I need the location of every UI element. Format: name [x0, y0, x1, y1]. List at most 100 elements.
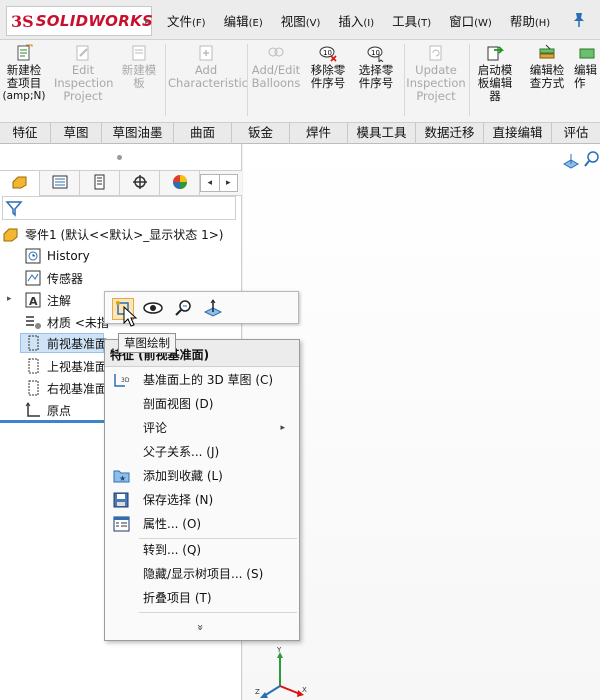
annotation-icon: A — [24, 291, 42, 309]
tree-item-annotations[interactable]: A 注解 — [24, 290, 71, 310]
menu-item-label: 属性... (O) — [143, 517, 202, 531]
menu-insert[interactable]: 插入(I) — [329, 11, 383, 30]
tree-root-part[interactable]: 零件1 (默认<<默认>_显示状态 1>) — [2, 224, 223, 244]
menu-comment[interactable]: 评论 ▸ — [105, 417, 299, 439]
save-selection-icon — [113, 492, 130, 508]
ribbon-label: Project — [63, 89, 103, 103]
menu-file[interactable]: 文件(F) — [158, 11, 215, 30]
add-characteristic-button[interactable]: Add Characteristic — [168, 44, 248, 90]
edit-inspection-method-button[interactable]: 编辑检 查方式 — [524, 44, 570, 90]
new-inspection-icon — [15, 44, 33, 62]
menu-help[interactable]: 帮助(H) — [501, 11, 559, 30]
solidworks-logo[interactable]: 3S SOLIDWORKS ▸ — [6, 6, 153, 36]
ribbon-label: Characteristic — [168, 76, 248, 90]
edit-operation-button[interactable]: 编辑 作 — [574, 44, 600, 90]
tree-root-label: 零件1 (默认<<默认>_显示状态 1>) — [25, 227, 224, 242]
tab-mold-tools[interactable]: 模具工具 — [348, 123, 416, 144]
new-template-icon — [130, 44, 148, 62]
tree-item-label: History — [47, 249, 90, 263]
panel-tabs: ◂ ▸ — [0, 170, 242, 196]
configuration-manager-icon — [91, 174, 109, 193]
add-edit-balloons-button[interactable]: Add/Edit Balloons — [250, 44, 302, 90]
update-inspection-project-button[interactable]: Update Inspection Project — [406, 44, 466, 103]
tree-filter[interactable] — [2, 196, 236, 220]
menu-view[interactable]: 视图(V) — [272, 11, 330, 30]
scroll-left-icon[interactable]: ◂ — [201, 175, 219, 191]
properties-icon — [113, 516, 130, 532]
show-hide-button[interactable] — [142, 298, 164, 320]
tab-sheet-metal[interactable]: 钣金 — [232, 123, 290, 144]
tab-surfaces[interactable]: 曲面 — [174, 123, 232, 144]
plane-icon — [24, 334, 42, 352]
tree-item-front-plane[interactable]: 前视基准面 — [20, 333, 108, 353]
tab-weldments[interactable]: 焊件 — [290, 123, 348, 144]
triad-z-label: Z — [255, 688, 260, 696]
new-template-button[interactable]: 新建模 板 — [116, 44, 162, 90]
zoom-to-selection-button[interactable] — [172, 298, 194, 320]
menu-go-to[interactable]: 转到... (Q) — [105, 539, 299, 561]
tree-item-right-plane[interactable]: 右视基准面 — [24, 378, 107, 398]
balloons-icon — [267, 44, 285, 62]
tree-item-top-plane[interactable]: 上视基准面 — [24, 356, 107, 376]
tab-direct-editing[interactable]: 直接编辑 — [484, 123, 552, 144]
launch-template-editor-button[interactable]: 启动模 板编辑 器 — [472, 44, 518, 103]
expand-annotations-icon[interactable]: ▸ — [7, 294, 12, 304]
tab-configuration-manager[interactable] — [80, 171, 120, 196]
tree-item-label: 前视基准面 — [47, 336, 108, 351]
menu-edit[interactable]: 编辑(E) — [215, 11, 272, 30]
menu-properties[interactable]: 属性... (O) — [105, 513, 299, 535]
menu-add-to-favorites[interactable]: ★ 添加到收藏 (L) — [105, 465, 299, 487]
svg-text:3D: 3D — [121, 377, 130, 384]
ribbon-label: 查项目 — [6, 76, 42, 90]
title-bar: 3S SOLIDWORKS ▸ 文件(F) 编辑(E) 视图(V) 插入(I) … — [0, 0, 600, 40]
menu-window[interactable]: 窗口(W) — [440, 11, 501, 30]
edit-inspection-project-button[interactable]: Edit Inspection Project — [54, 44, 113, 103]
tab-evaluate[interactable]: 评估 — [552, 123, 600, 144]
new-inspection-project-button[interactable]: 新建检 查项目 (amp;N) — [2, 44, 46, 103]
menu-collapse-items[interactable]: 折叠项目 (T) — [105, 587, 299, 609]
tree-item-label: 右视基准面 — [47, 381, 108, 396]
plane-icon — [24, 379, 42, 397]
crosshair-icon — [131, 174, 149, 193]
filter-icon[interactable] — [5, 199, 23, 220]
tab-data-migration[interactable]: 数据迁移 — [416, 123, 484, 144]
ribbon-divider — [165, 44, 166, 116]
expand-menu-chevron-icon[interactable]: » — [194, 624, 207, 631]
tree-item-material[interactable]: 材质 <未指 — [24, 312, 109, 332]
tab-sketch-ink[interactable]: 草图油墨 — [102, 123, 174, 144]
panel-grip-icon[interactable] — [117, 155, 122, 160]
tree-item-sensors[interactable]: 传感器 — [24, 268, 83, 288]
tree-item-origin[interactable]: 原点 — [24, 400, 71, 420]
tab-display-manager[interactable] — [160, 171, 200, 196]
menu-tools[interactable]: 工具(T) — [383, 11, 440, 30]
scroll-right-icon[interactable]: ▸ — [218, 175, 238, 191]
menu-separator — [139, 612, 297, 613]
sketch-3d-icon: 3D — [113, 372, 130, 388]
tab-features[interactable]: 特征 — [0, 123, 51, 144]
pin-icon[interactable] — [572, 12, 586, 28]
tab-property-manager[interactable] — [40, 171, 80, 196]
zoom-icon[interactable] — [583, 150, 600, 171]
edit-operation-icon — [578, 44, 596, 62]
remove-balloon-button[interactable]: 10 移除零 件序号 — [305, 44, 351, 90]
menu-3d-sketch-on-plane[interactable]: 3D 基准面上的 3D 草图 (C) — [105, 369, 299, 391]
normal-to-button[interactable] — [202, 298, 224, 320]
menu-item-label: 折叠项目 (T) — [143, 591, 212, 605]
inspection-method-icon — [538, 44, 556, 62]
tab-dimxpert-manager[interactable] — [120, 171, 160, 196]
tab-feature-manager[interactable] — [0, 171, 40, 196]
ribbon-label: 件序号 — [310, 76, 346, 90]
menu-section-view[interactable]: 剖面视图 (D) — [105, 393, 299, 415]
view-orientation-icon[interactable] — [561, 152, 581, 173]
menu-item-label: 隐藏/显示树项目... (S) — [143, 567, 264, 581]
menu-save-selection[interactable]: 保存选择 (N) — [105, 489, 299, 511]
rollback-bar[interactable] — [0, 420, 104, 423]
sensor-icon — [24, 269, 42, 287]
ribbon-label: 件序号 — [358, 76, 394, 90]
reference-triad: Y X Z — [252, 646, 312, 700]
menu-hide-show-tree-items[interactable]: 隐藏/显示树项目... (S) — [105, 563, 299, 585]
menu-parent-child[interactable]: 父子关系... (J) — [105, 441, 299, 463]
tab-sketch[interactable]: 草图 — [51, 123, 102, 144]
select-balloon-button[interactable]: 10 选择零 件序号 — [353, 44, 399, 90]
tree-item-history[interactable]: History — [24, 246, 90, 266]
